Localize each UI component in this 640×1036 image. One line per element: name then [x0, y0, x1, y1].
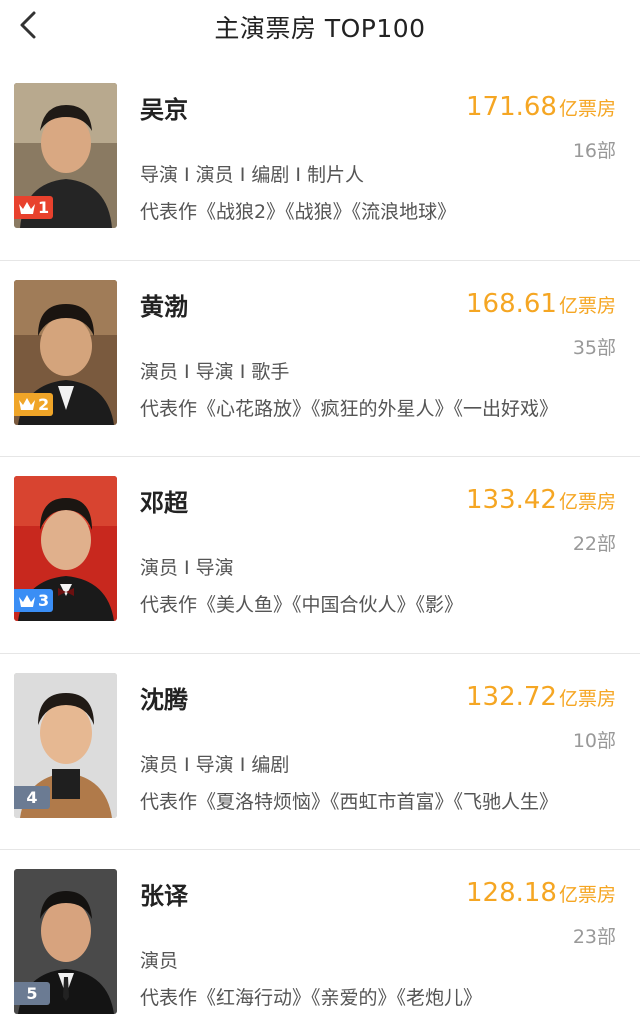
crown-icon	[19, 594, 35, 607]
box-office-unit: 亿票房	[558, 687, 616, 710]
film-count: 35部	[572, 336, 616, 359]
box-office: 133.42 亿票房	[466, 485, 616, 515]
rank-badge: 5	[14, 982, 50, 1005]
ranking-list: 1 吴京 171.68 亿票房 16部 导演 I 演员 I 编剧 I 制片人 代…	[0, 64, 640, 1036]
actor-name: 邓超	[140, 489, 188, 517]
box-office: 171.68 亿票房	[466, 92, 616, 122]
list-item[interactable]: 5 张译 128.18 亿票房 23部 演员 代表作《红海行动》《亲爱的》《老炮…	[0, 850, 640, 1036]
box-office: 132.72 亿票房	[466, 682, 616, 712]
list-item[interactable]: 3 邓超 133.42 亿票房 22部 演员 I 导演 代表作《美人鱼》《中国合…	[0, 457, 640, 654]
crown-icon	[19, 398, 35, 410]
actor-name: 沈腾	[140, 685, 188, 714]
rank-badge: 4	[14, 785, 50, 809]
box-office: 128.18 亿票房	[466, 878, 616, 908]
representative-works: 代表作《夏洛特烦恼》《西虹市首富》《飞驰人生》	[140, 790, 559, 813]
box-office-amount: 128.18	[466, 878, 557, 908]
box-office: 168.61 亿票房	[466, 289, 616, 319]
actor-name: 张译	[140, 882, 188, 910]
film-count: 10部	[572, 729, 616, 752]
top-bar: 主演票房 TOP100	[0, 0, 640, 52]
roles-text: 演员 I 导演 I 歌手	[140, 360, 290, 383]
box-office-amount: 133.42	[466, 485, 557, 515]
roles-text: 导演 I 演员 I 编剧 I 制片人	[140, 164, 365, 186]
representative-works: 代表作《红海行动》《亲爱的》《老炮儿》	[140, 987, 483, 1009]
box-office-amount: 171.68	[466, 92, 557, 122]
roles-text: 演员	[140, 950, 179, 972]
rank-badge: 3	[14, 589, 54, 612]
page-title: 主演票房 TOP100	[214, 14, 426, 43]
film-count: 23部	[572, 926, 616, 948]
roles-text: 演员 I 导演	[140, 557, 234, 579]
representative-works: 代表作《战狼2》《战狼》《流浪地球》	[140, 201, 457, 223]
actor-name: 吴京	[140, 96, 188, 124]
roles-text: 演员 I 导演 I 编剧	[140, 753, 290, 776]
list-item[interactable]: 4 沈腾 132.72 亿票房 10部 演员 I 导演 I 编剧 代表作《夏洛特…	[0, 654, 640, 850]
box-office-amount: 132.72	[466, 681, 557, 712]
film-count: 22部	[572, 533, 616, 555]
representative-works: 代表作《心花路放》《疯狂的外星人》《一出好戏》	[140, 397, 559, 420]
list-item[interactable]: 2 黄渤 168.61 亿票房 35部 演员 I 导演 I 歌手 代表作《心花路…	[0, 261, 640, 457]
crown-icon	[19, 201, 35, 214]
film-count: 16部	[572, 140, 616, 162]
list-item[interactable]: 1 吴京 171.68 亿票房 16部 导演 I 演员 I 编剧 I 制片人 代…	[0, 64, 640, 261]
box-office-unit: 亿票房	[558, 294, 616, 317]
box-office-amount: 168.61	[466, 288, 557, 319]
box-office-unit: 亿票房	[558, 491, 616, 513]
box-office-unit: 亿票房	[558, 884, 616, 906]
rank-badge: 1	[14, 196, 54, 219]
rank-badge: 2	[14, 392, 54, 416]
box-office-unit: 亿票房	[558, 98, 616, 120]
representative-works: 代表作《美人鱼》《中国合伙人》《影》	[140, 594, 464, 616]
actor-name: 黄渤	[140, 292, 188, 321]
